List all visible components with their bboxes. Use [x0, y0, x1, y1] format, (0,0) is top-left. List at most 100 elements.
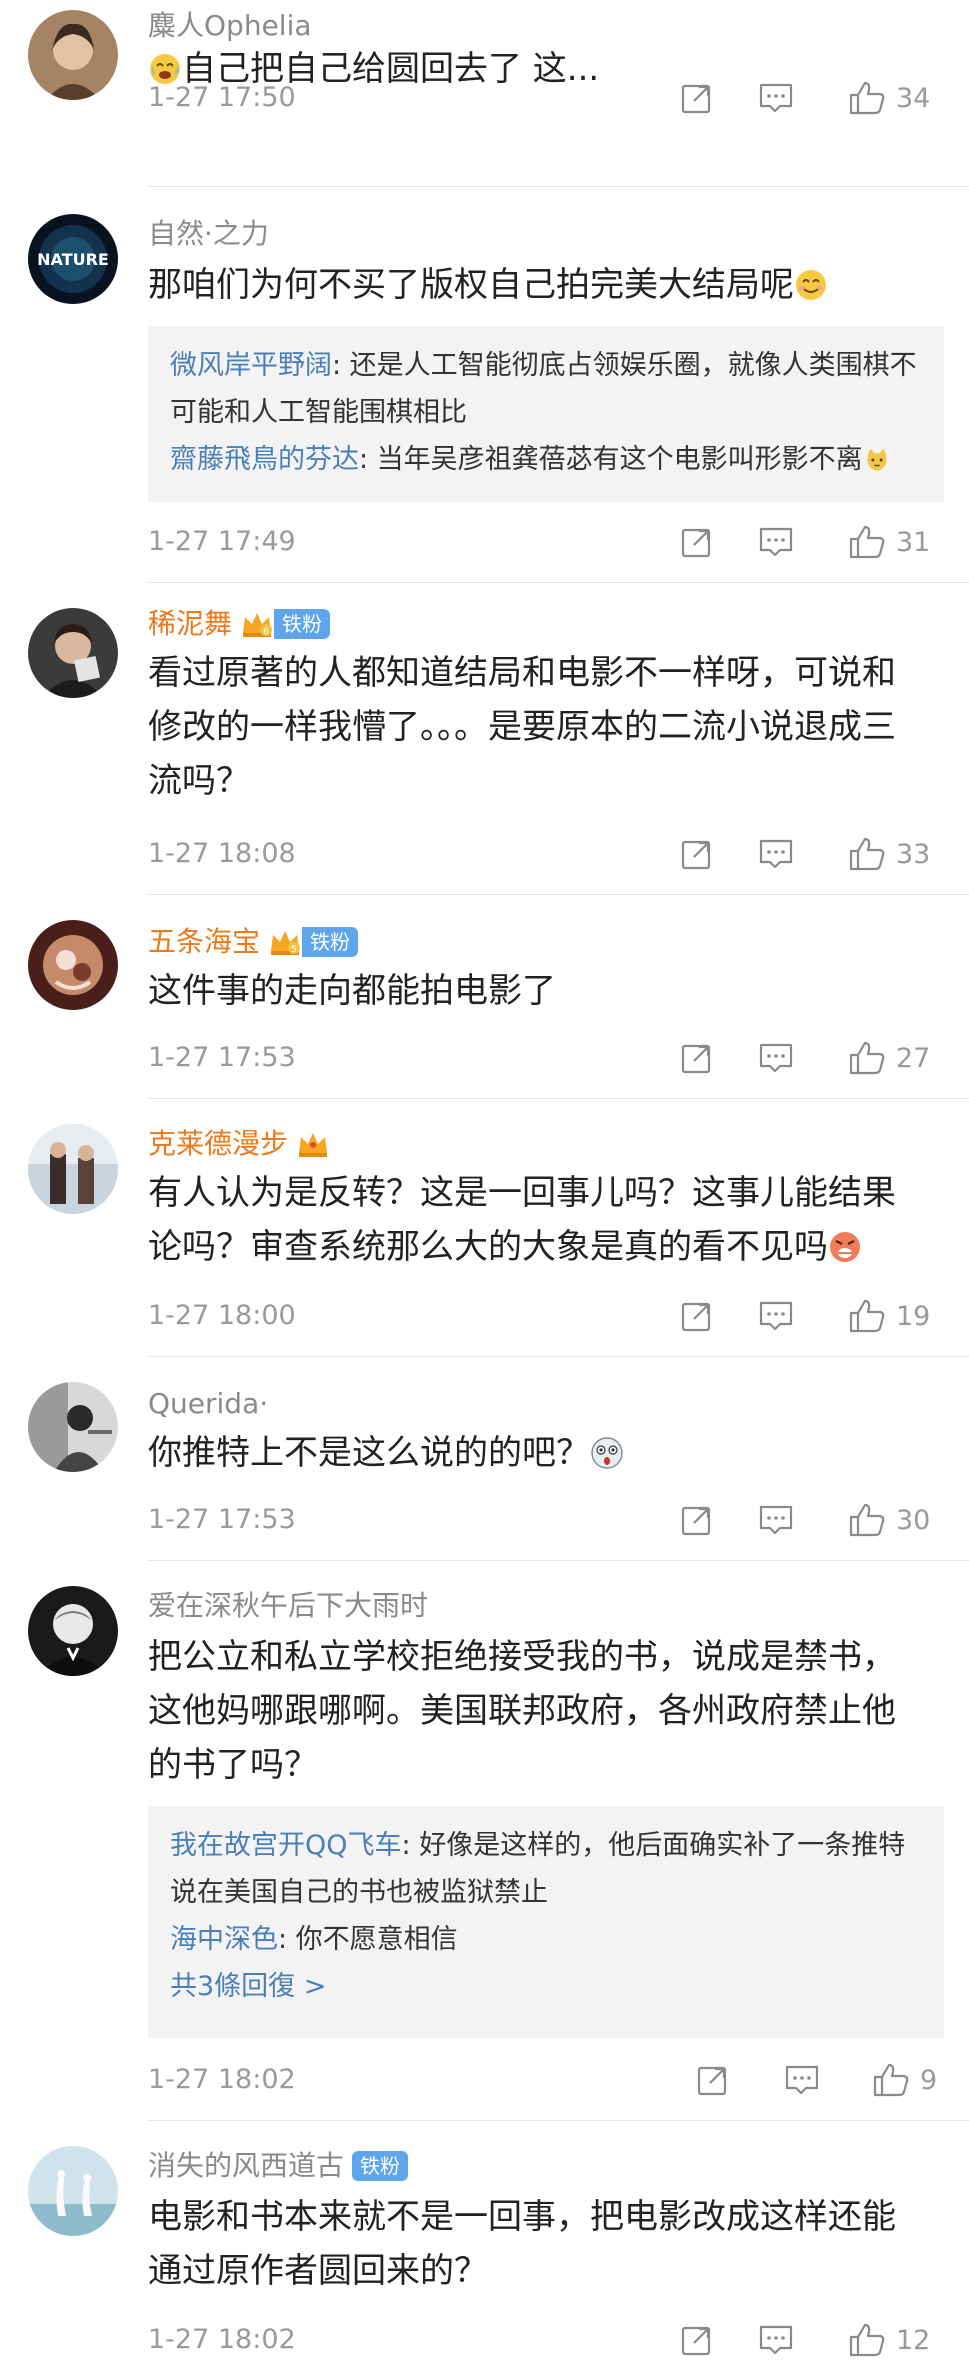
username-text[interactable]: 克莱德漫步	[148, 1126, 288, 1162]
like-button[interactable]: 34	[848, 76, 930, 120]
username-text[interactable]: 麋人Ophelia	[148, 8, 312, 44]
angry-emoji	[830, 1232, 860, 1262]
reply-author[interactable]: 齋藤飛鳥的芬达	[170, 444, 359, 475]
thumbs-up-icon	[849, 525, 885, 559]
comment-text: 这件事的走向都能拍电影了	[148, 964, 928, 1018]
like-count: 9	[920, 2064, 938, 2096]
avatar[interactable]	[28, 1382, 118, 1472]
username[interactable]: 五条海宝 5 铁粉	[148, 924, 359, 960]
reply-author[interactable]: 我在故宫开QQ飞车	[170, 1830, 402, 1861]
share-button[interactable]	[680, 520, 714, 564]
avatar[interactable]	[28, 1124, 118, 1214]
username-text[interactable]: 五条海宝	[148, 924, 260, 960]
fan-badge[interactable]: 铁粉	[352, 2151, 409, 2181]
reply-button[interactable]	[758, 1498, 794, 1542]
comment-text: 把公立和私立学校拒绝接受我的书，说成是禁书，这他妈哪跟哪啊。美国联邦政府，各州政…	[148, 1630, 928, 1792]
avatar[interactable]	[28, 608, 118, 698]
crown-icon	[299, 1133, 328, 1157]
username[interactable]: 自然·之力	[148, 216, 269, 252]
divider	[148, 1356, 969, 1357]
avatar[interactable]: NATURE	[28, 214, 118, 304]
share-button[interactable]	[680, 76, 714, 120]
comment-text-body: 电影和书本来就不是一回事，把电影改成这样还能通过原作者圆回来的？	[148, 2197, 896, 2291]
share-button[interactable]	[680, 1036, 714, 1080]
timestamp: 1-27 18:02	[148, 2064, 296, 2095]
divider	[148, 2120, 969, 2121]
username[interactable]: 爱在深秋午后下大雨时	[148, 1588, 428, 1624]
thumbs-up-icon	[849, 1299, 885, 1333]
like-count: 31	[896, 526, 931, 558]
reply-author[interactable]: 海中深色	[170, 1924, 278, 1955]
username[interactable]: 消失的风西道古 铁粉	[148, 2148, 409, 2184]
share-button[interactable]	[680, 1498, 714, 1542]
crown-icon: 5	[271, 931, 301, 955]
share-button[interactable]	[680, 2318, 714, 2362]
username-text[interactable]: 消失的风西道古	[148, 2148, 344, 2184]
reply-text: : 当年吴彦祖龚蓓苾有这个电影叫形影不离	[359, 444, 863, 475]
reply-box[interactable]: 我在故宫开QQ飞车: 好像是这样的，他后面确实补了一条推特说在美国自己的书也被监…	[148, 1806, 944, 2038]
comment-icon	[759, 1043, 793, 1073]
comment-text: 电影和书本来就不是一回事，把电影改成这样还能通过原作者圆回来的？	[148, 2190, 928, 2298]
reply-button[interactable]	[784, 2058, 820, 2102]
share-button[interactable]	[696, 2058, 730, 2102]
like-button[interactable]: 9	[872, 2058, 937, 2102]
comment-text-body: 这件事的走向都能拍电影了	[148, 971, 556, 1011]
username-text[interactable]: 爱在深秋午后下大雨时	[148, 1588, 428, 1624]
comment-text-body: 看过原著的人都知道结局和电影不一样呀，可说和修改的一样我懵了。。。是要原本的二流…	[148, 653, 896, 801]
username-text[interactable]: 自然·之力	[148, 216, 269, 252]
reply-button[interactable]	[758, 2318, 794, 2362]
reply-item[interactable]: 我在故宫开QQ飞车: 好像是这样的，他后面确实补了一条推特说在美国自己的书也被监…	[170, 1822, 924, 1916]
comment-meta: 1-27 18:08 33	[148, 832, 941, 876]
reply-button[interactable]	[758, 832, 794, 876]
reply-button[interactable]	[758, 520, 794, 564]
share-icon	[681, 1044, 711, 1074]
username[interactable]: 克莱德漫步	[148, 1126, 330, 1162]
reply-button[interactable]	[758, 76, 794, 120]
avatar[interactable]	[28, 1586, 118, 1676]
reply-item[interactable]: 齋藤飛鳥的芬达: 当年吴彦祖龚蓓苾有这个电影叫形影不离	[170, 436, 924, 483]
username[interactable]: 稀泥舞 6 铁粉	[148, 606, 331, 642]
avatar[interactable]	[28, 920, 118, 1010]
share-icon	[681, 2326, 711, 2356]
comment-meta: 1-27 17:50 34	[148, 76, 941, 120]
avatar[interactable]	[28, 10, 118, 100]
fan-badge[interactable]: 5 铁粉	[268, 927, 359, 957]
share-icon	[681, 1302, 711, 1332]
divider	[148, 894, 969, 895]
reply-box[interactable]: 微风岸平野阔: 还是人工智能彻底占领娱乐圈，就像人类围棋不可能和人工智能围棋相比…	[148, 326, 944, 502]
reply-item[interactable]: 微风岸平野阔: 还是人工智能彻底占领娱乐圈，就像人类围棋不可能和人工智能围棋相比	[170, 342, 924, 436]
like-count: 12	[896, 2324, 931, 2356]
divider	[148, 1560, 969, 1561]
username-text[interactable]: Querida·	[148, 1386, 268, 1422]
comment-text: 有人认为是反转？这是一回事儿吗？这事儿能结果论吗？审查系统那么大的大象是真的看不…	[148, 1166, 928, 1274]
timestamp: 1-27 18:02	[148, 2324, 296, 2355]
share-icon	[697, 2066, 727, 2096]
like-button[interactable]: 30	[848, 1498, 930, 1542]
username[interactable]: Querida·	[148, 1386, 268, 1422]
avatar[interactable]	[28, 2146, 118, 2236]
badge-label: 铁粉	[274, 609, 331, 639]
reply-author[interactable]: 微风岸平野阔	[170, 350, 332, 381]
fan-badge[interactable]	[296, 1129, 330, 1159]
comment-icon	[759, 2325, 793, 2355]
comment-text-body: 把公立和私立学校拒绝接受我的书，说成是禁书，这他妈哪跟哪啊。美国联邦政府，各州政…	[148, 1637, 896, 1785]
comment-meta: 1-27 17:53 30	[148, 1498, 941, 1542]
like-button[interactable]: 27	[848, 1036, 930, 1080]
reply-item[interactable]: 海中深色: 你不愿意相信	[170, 1916, 924, 1963]
username-text[interactable]: 稀泥舞	[148, 606, 232, 642]
username[interactable]: 麋人Ophelia	[148, 8, 312, 44]
like-button[interactable]: 19	[848, 1294, 930, 1338]
like-button[interactable]: 33	[848, 832, 930, 876]
view-more-replies-link[interactable]: 共3條回復 >	[170, 1963, 924, 2010]
svg-text:NATURE: NATURE	[37, 250, 109, 269]
fan-badge[interactable]: 6 铁粉	[240, 609, 331, 639]
share-button[interactable]	[680, 1294, 714, 1338]
like-button[interactable]: 12	[848, 2318, 930, 2362]
comment-meta: 1-27 18:00 19	[148, 1294, 941, 1338]
reply-button[interactable]	[758, 1294, 794, 1338]
thumbs-up-icon	[849, 2323, 885, 2357]
divider	[148, 186, 969, 187]
share-button[interactable]	[680, 832, 714, 876]
reply-button[interactable]	[758, 1036, 794, 1080]
like-button[interactable]: 31	[848, 520, 930, 564]
